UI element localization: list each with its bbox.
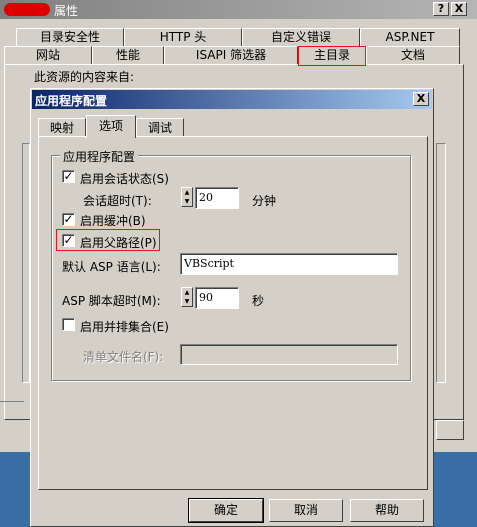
cancel-button[interactable]: 取消 xyxy=(269,499,343,522)
tab-mappings[interactable]: 映射 xyxy=(38,118,86,137)
tab-aspnet[interactable]: ASP.NET xyxy=(360,28,460,46)
manifest-file-label: 清单文件名(F): xyxy=(83,350,164,364)
session-timeout-label: 会话超时(T): xyxy=(83,194,152,208)
tab-website[interactable]: 网站 xyxy=(4,46,92,64)
desktop-background-right xyxy=(434,452,477,527)
tab-debugging[interactable]: 调试 xyxy=(136,118,184,137)
redacted-site-name xyxy=(4,3,50,16)
tab-performance[interactable]: 性能 xyxy=(92,46,164,64)
dialog-title: 应用程序配置 xyxy=(35,94,108,108)
outer-title-bar: 属性 ? X xyxy=(0,0,477,19)
desktop-background xyxy=(0,452,30,527)
tab-http-headers[interactable]: HTTP 头 xyxy=(124,28,242,46)
tab-directory-security[interactable]: 目录安全性 xyxy=(16,28,124,46)
outer-group-edge xyxy=(22,143,30,383)
enable-side-by-side-checkbox[interactable] xyxy=(62,318,75,331)
outer-divider xyxy=(0,390,24,402)
default-language-input[interactable]: VBScript xyxy=(180,253,398,275)
default-language-label: 默认 ASP 语言(L): xyxy=(62,260,161,274)
help-button[interactable]: 帮助 xyxy=(350,499,424,522)
tab-options[interactable]: 选项 xyxy=(86,115,136,138)
enable-parent-paths-label: 启用父路径(P) xyxy=(80,236,157,250)
session-timeout-unit: 分钟 xyxy=(252,194,277,208)
dialog-title-bar: 应用程序配置 xyxy=(32,90,432,109)
ok-button[interactable]: 确定 xyxy=(188,498,264,523)
outer-button-edge xyxy=(436,420,464,440)
enable-session-label: 启用会话状态(S) xyxy=(80,172,169,186)
enable-buffering-label: 启用缓冲(B) xyxy=(80,214,146,228)
outer-window-title: 属性 xyxy=(54,4,79,18)
session-timeout-input[interactable]: 20 xyxy=(195,187,239,209)
help-icon[interactable]: ? xyxy=(433,2,449,16)
group-title: 应用程序配置 xyxy=(60,148,139,165)
tab-isapi-filters[interactable]: ISAPI 筛选器 xyxy=(164,46,298,64)
manifest-file-input xyxy=(180,344,398,365)
script-timeout-spinner[interactable]: ▲ ▼ xyxy=(181,287,193,307)
enable-parent-paths-checkbox[interactable]: ✓ xyxy=(62,234,75,247)
enable-buffering-checkbox[interactable]: ✓ xyxy=(62,213,75,226)
content-source-label: 此资源的内容来自: xyxy=(34,70,135,84)
enable-side-by-side-label: 启用并排集合(E) xyxy=(80,320,169,334)
outer-close-icon[interactable]: X xyxy=(451,2,467,16)
outer-group-edge-right xyxy=(436,143,446,383)
script-timeout-input[interactable]: 90 xyxy=(195,287,239,309)
tab-documents[interactable]: 文档 xyxy=(366,46,460,64)
dialog-close-icon[interactable]: X xyxy=(413,92,429,106)
session-timeout-spinner[interactable]: ▲ ▼ xyxy=(181,187,193,207)
enable-session-checkbox[interactable]: ✓ xyxy=(62,170,75,183)
tab-custom-errors[interactable]: 自定义错误 xyxy=(242,28,360,46)
script-timeout-unit: 秒 xyxy=(252,294,265,308)
script-timeout-label: ASP 脚本超时(M): xyxy=(62,294,161,308)
tab-home-directory[interactable]: 主目录 xyxy=(298,46,366,66)
